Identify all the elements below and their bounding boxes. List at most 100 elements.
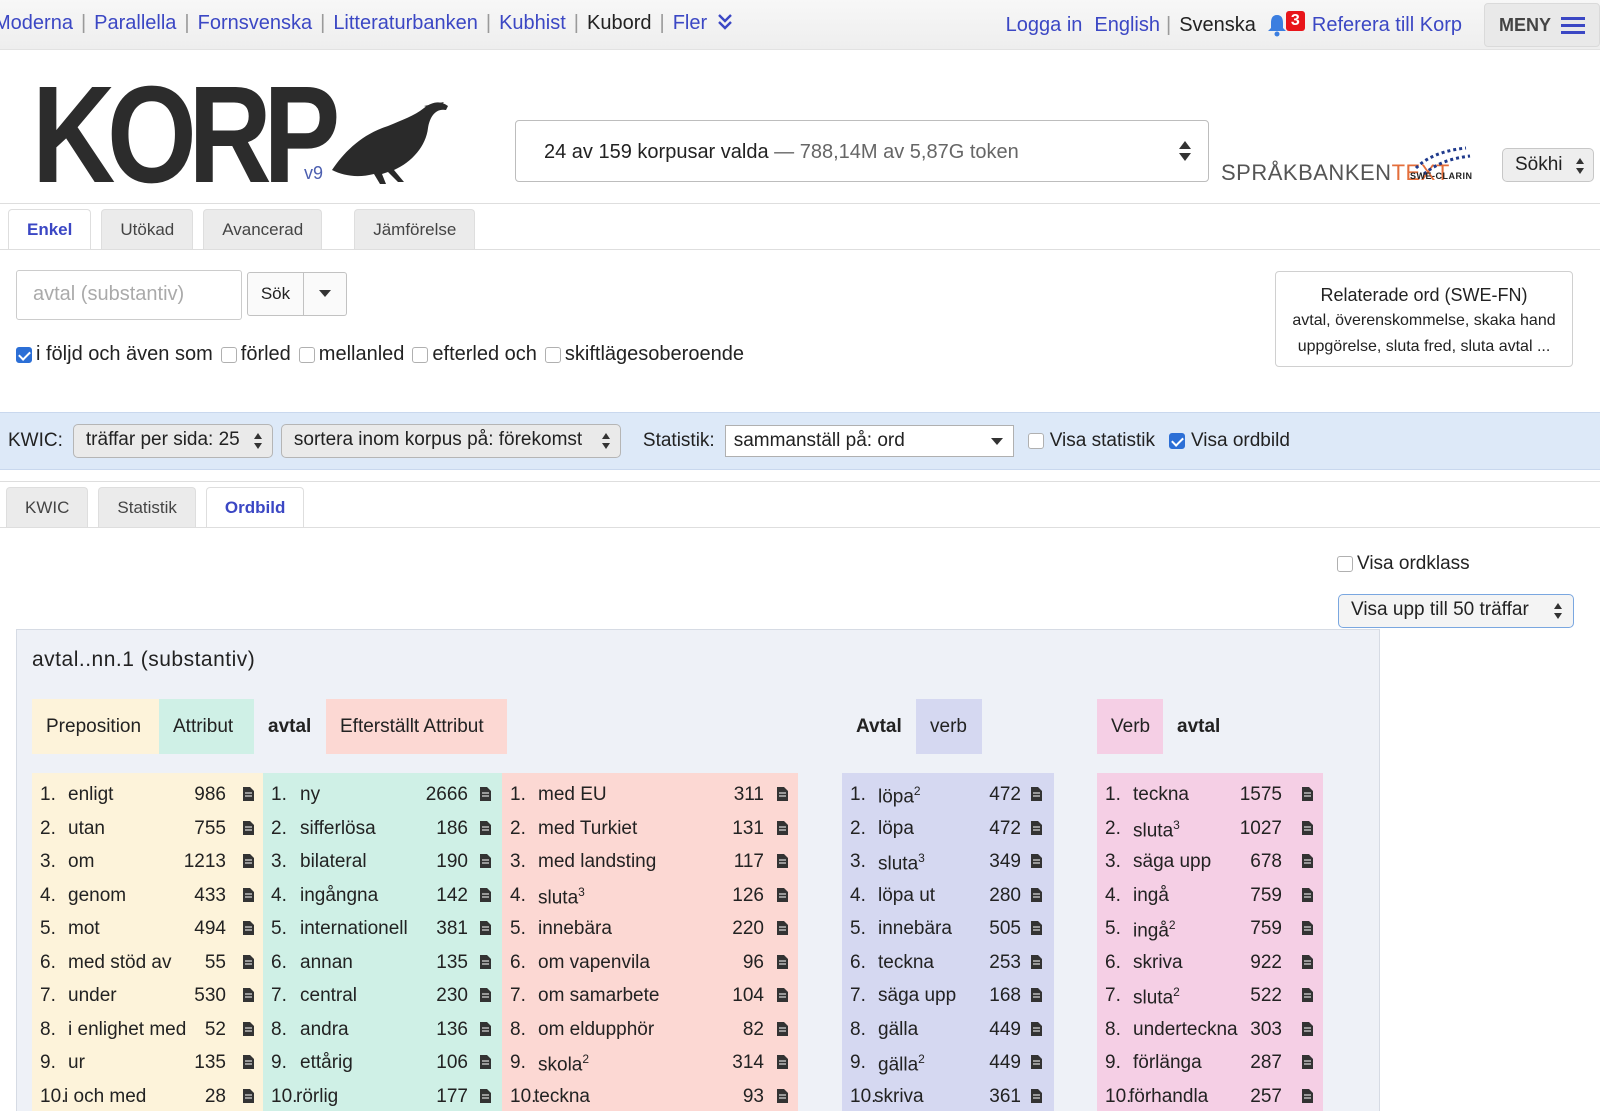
word-link[interactable]: i enlighet med: [68, 1019, 186, 1041]
document-icon[interactable]: [242, 988, 254, 1002]
word-link[interactable]: skriva: [874, 1086, 924, 1108]
word-link[interactable]: om vapenvila: [538, 952, 650, 974]
list-item[interactable]: 9.förlänga287: [1097, 1047, 1323, 1081]
word-link[interactable]: om eldupphör: [538, 1019, 654, 1041]
list-item[interactable]: 6.om vapenvila96: [502, 947, 798, 981]
word-link[interactable]: i och med: [64, 1086, 146, 1108]
document-icon[interactable]: [242, 854, 254, 868]
list-item[interactable]: 6.skriva922: [1097, 947, 1323, 981]
word-link[interactable]: ny: [300, 784, 320, 806]
document-icon[interactable]: [1030, 1022, 1042, 1036]
list-item[interactable]: 3.säga upp678: [1097, 846, 1323, 880]
list-item[interactable]: 2.utan755: [32, 813, 263, 847]
word-link[interactable]: med landsting: [538, 851, 656, 873]
option-efterled[interactable]: efterled och: [412, 343, 537, 366]
document-icon[interactable]: [776, 854, 788, 868]
word-link[interactable]: sluta3: [1133, 818, 1180, 842]
word-link[interactable]: förhandla: [1129, 1086, 1208, 1108]
word-link[interactable]: med stöd av: [68, 952, 172, 974]
list-item[interactable]: 3.sluta3349: [842, 846, 1054, 880]
show-statistics-toggle[interactable]: Visa statistik: [1028, 430, 1155, 452]
list-item[interactable]: 4.löpa ut280: [842, 880, 1054, 914]
option-forled[interactable]: förled: [221, 343, 291, 366]
list-item[interactable]: 9.gälla2449: [842, 1047, 1054, 1081]
sort-select[interactable]: sortera inom korpus på: förekomst: [281, 424, 621, 458]
list-item[interactable]: 10.skriva361: [842, 1081, 1054, 1114]
document-icon[interactable]: [479, 854, 491, 868]
list-item[interactable]: 1.enligt986: [32, 779, 263, 813]
nav-link-moderna[interactable]: Moderna: [0, 12, 73, 34]
word-link[interactable]: gälla: [878, 1019, 918, 1041]
checkbox[interactable]: [299, 347, 315, 363]
document-icon[interactable]: [1301, 1022, 1313, 1036]
related-words-box[interactable]: Relaterade ord (SWE-FN) avtal, överensko…: [1275, 271, 1573, 367]
cite-korp-link[interactable]: Referera till Korp: [1312, 14, 1462, 37]
korp-logo[interactable]: KORP v9: [32, 70, 462, 190]
word-link[interactable]: utan: [68, 818, 105, 840]
list-item[interactable]: 7.under530: [32, 980, 263, 1014]
list-item[interactable]: 2.med Turkiet131: [502, 813, 798, 847]
document-icon[interactable]: [1030, 955, 1042, 969]
list-item[interactable]: 4.sluta3126: [502, 880, 798, 914]
list-item[interactable]: 1.med EU311: [502, 779, 798, 813]
search-history-select[interactable]: Sökhi: [1502, 148, 1594, 182]
document-icon[interactable]: [1030, 888, 1042, 902]
document-icon[interactable]: [242, 1089, 254, 1103]
nav-link-parallella[interactable]: Parallella: [94, 12, 176, 34]
word-link[interactable]: om: [68, 851, 94, 873]
document-icon[interactable]: [1301, 921, 1313, 935]
word-link[interactable]: genom: [68, 885, 126, 907]
document-icon[interactable]: [1030, 988, 1042, 1002]
word-link[interactable]: skriva: [1133, 952, 1183, 974]
document-icon[interactable]: [242, 955, 254, 969]
word-link[interactable]: rörlig: [296, 1086, 338, 1108]
document-icon[interactable]: [242, 787, 254, 801]
list-item[interactable]: 8.gälla449: [842, 1014, 1054, 1048]
word-link[interactable]: ur: [68, 1052, 85, 1074]
document-icon[interactable]: [1030, 854, 1042, 868]
document-icon[interactable]: [1301, 1055, 1313, 1069]
hits-per-page-select[interactable]: träffar per sida: 25: [73, 424, 273, 458]
document-icon[interactable]: [242, 921, 254, 935]
list-item[interactable]: 7.central230: [263, 980, 502, 1014]
word-link[interactable]: ingå: [1133, 885, 1169, 907]
list-item[interactable]: 8.andra136: [263, 1014, 502, 1048]
word-link[interactable]: säga upp: [1133, 851, 1211, 873]
document-icon[interactable]: [479, 1089, 491, 1103]
document-icon[interactable]: [776, 787, 788, 801]
document-icon[interactable]: [479, 955, 491, 969]
word-link[interactable]: sluta2: [1133, 985, 1180, 1009]
word-link[interactable]: teckna: [1133, 784, 1189, 806]
list-item[interactable]: 4.ingångna142: [263, 880, 502, 914]
list-item[interactable]: 10.förhandla257: [1097, 1081, 1323, 1114]
tab-utokad[interactable]: Utökad: [101, 209, 193, 249]
list-item[interactable]: 4.genom433: [32, 880, 263, 914]
document-icon[interactable]: [776, 1055, 788, 1069]
list-item[interactable]: 10.i och med28: [32, 1081, 263, 1114]
word-link[interactable]: under: [68, 985, 117, 1007]
word-link[interactable]: bilateral: [300, 851, 367, 873]
show-pos-toggle[interactable]: Visa ordklass: [1337, 553, 1470, 575]
option-mellanled[interactable]: mellanled: [299, 343, 405, 366]
word-link[interactable]: med EU: [538, 784, 607, 806]
word-link[interactable]: innebära: [878, 918, 952, 940]
word-link[interactable]: löpa: [878, 818, 914, 840]
nav-more-button[interactable]: Fler: [673, 12, 733, 34]
document-icon[interactable]: [776, 955, 788, 969]
list-item[interactable]: 2.sifferlösa186: [263, 813, 502, 847]
word-link[interactable]: underteckna: [1133, 1019, 1238, 1041]
word-link[interactable]: löpa2: [878, 784, 921, 808]
word-link[interactable]: innebära: [538, 918, 612, 940]
tab-kwic[interactable]: KWIC: [6, 487, 88, 527]
document-icon[interactable]: [1030, 821, 1042, 835]
tab-enkel[interactable]: Enkel: [8, 209, 91, 249]
document-icon[interactable]: [1301, 821, 1313, 835]
document-icon[interactable]: [1301, 854, 1313, 868]
word-link[interactable]: ettårig: [300, 1052, 353, 1074]
nav-link-litteraturbanken[interactable]: Litteraturbanken: [333, 12, 478, 34]
list-item[interactable]: 3.bilateral190: [263, 846, 502, 880]
word-link[interactable]: ingå2: [1133, 918, 1176, 942]
login-link[interactable]: Logga in: [1006, 14, 1083, 37]
document-icon[interactable]: [1030, 787, 1042, 801]
nav-link-kubhist[interactable]: Kubhist: [499, 12, 566, 34]
